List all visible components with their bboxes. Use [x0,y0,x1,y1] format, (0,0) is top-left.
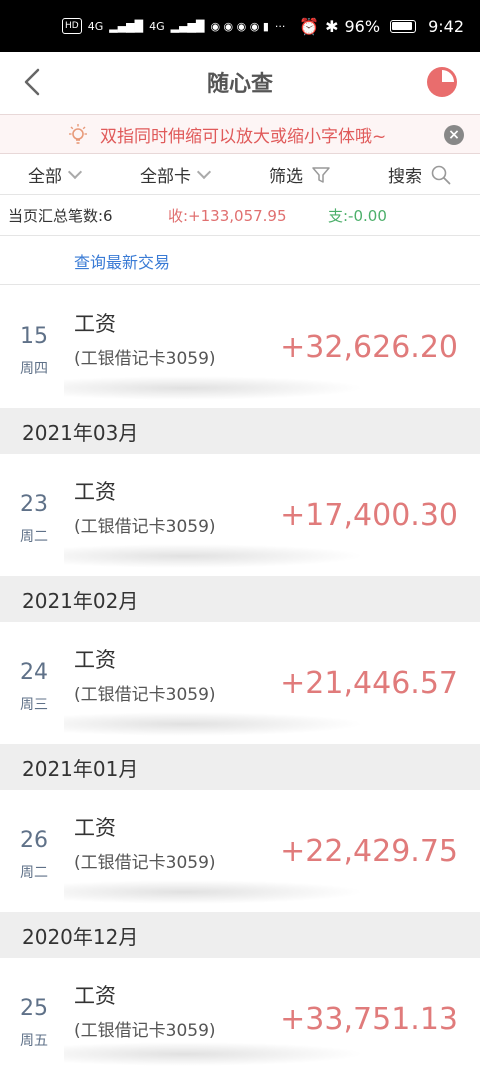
txn-amount: +21,446.57 [280,666,458,701]
clock: 9:42 [428,16,464,36]
txn-day: 26 [20,828,48,853]
txn-account: (工银借记卡3059) [74,1021,216,1041]
search-label: 搜索 [388,167,422,187]
month-section-header: 2020年12月 [0,912,480,958]
filter-button[interactable]: 筛选 [269,162,331,187]
txn-day: 24 [20,660,48,685]
txn-account: (工银借记卡3059) [74,685,216,705]
chevron-down-icon [67,164,83,180]
transaction-row[interactable]: 26 周二 工资 (工银借记卡3059) +22,429.75 [0,790,480,912]
txn-amount: +17,400.30 [280,498,458,533]
txn-weekday: 周二 [20,529,48,545]
battery-percent: 96% [344,16,381,36]
status-left: HD 4G ▂▄▆█ 4G ▂▄▆█ ◉ ◉ ◉ ◉ ▮ ··· [62,18,285,34]
txn-account: (工银借记卡3059) [74,853,216,873]
chevron-down-icon [196,164,212,180]
status-right: ⏰ ✱ 96% 9:42 [299,17,464,36]
txn-account: (工银借记卡3059) [74,517,216,537]
month-section-header: 2021年01月 [0,744,480,790]
redacted-note [64,1042,364,1066]
txn-day: 25 [20,996,48,1021]
txn-title: 工资 [74,480,116,504]
pie-chart-icon [427,67,457,97]
filter-card-label: 全部卡 [140,167,191,187]
transaction-row[interactable]: 24 周三 工资 (工银借记卡3059) +21,446.57 [0,622,480,744]
filter-all-dropdown[interactable]: 全部 [28,162,83,187]
txn-amount: +33,751.13 [280,1002,458,1037]
close-tip-button[interactable]: × [444,125,464,145]
summary-bar: 当页汇总笔数:6 收:+133,057.95 支:-0.00 [0,196,480,236]
transaction-row[interactable]: 23 周二 工资 (工银借记卡3059) +17,400.30 [0,454,480,576]
txn-title: 工资 [74,648,116,672]
txn-weekday: 周二 [20,865,48,881]
month-section-header: 2021年02月 [0,576,480,622]
redacted-note [64,880,364,904]
txn-weekday: 周四 [20,361,48,377]
txn-account: (工银借记卡3059) [74,349,216,369]
hd-icon: HD [62,18,82,34]
txn-weekday: 周五 [20,1033,48,1049]
page-title: 随心查 [206,72,273,97]
search-button[interactable]: 搜索 [388,162,452,187]
summary-income: 收:+133,057.95 [168,207,287,225]
tip-text: 双指同时伸缩可以放大或缩小字体哦~ [100,126,387,147]
txn-title: 工资 [74,984,116,1008]
filter-all-label: 全部 [28,167,62,187]
signal-bars-icon: ▂▄▆█ [109,19,144,33]
redacted-note [64,712,364,736]
filter-label: 筛选 [269,167,303,187]
txn-title: 工资 [74,312,116,336]
status-bar: HD 4G ▂▄▆█ 4G ▂▄▆█ ◉ ◉ ◉ ◉ ▮ ··· ⏰ ✱ 96%… [0,0,480,52]
search-icon [431,165,451,184]
tip-banner: 双指同时伸缩可以放大或缩小字体哦~ × [0,114,480,154]
txn-amount: +22,429.75 [280,834,458,869]
txn-title: 工资 [74,816,116,840]
chevron-left-icon [24,68,40,96]
transaction-row[interactable]: 25 周五 工资 (工银借记卡3059) +33,751.13 [0,958,480,1066]
lightbulb-icon [69,124,87,144]
txn-day: 15 [20,324,48,349]
query-latest-link[interactable]: 查询最新交易 [0,237,480,285]
filter-bar: 全部 全部卡 筛选 搜索 [0,155,480,195]
txn-amount: +32,626.20 [280,330,458,365]
summary-expense: 支:-0.00 [328,207,387,225]
summary-count: 当页汇总笔数:6 [8,207,113,225]
alarm-icon: ⏰ [299,16,320,36]
month-section-header: 2021年03月 [0,408,480,454]
signal-4g-icon-2: 4G [149,19,165,33]
signal-bars-icon-2: ▂▄▆█ [170,19,205,33]
funnel-icon [312,166,330,183]
filter-card-dropdown[interactable]: 全部卡 [140,162,212,187]
nav-bar: 随心查 [0,52,480,112]
bluetooth-icon: ✱ [325,16,339,36]
redacted-note [64,544,364,568]
back-button[interactable] [14,64,50,100]
app-notification-icon: ◉ ◉ ◉ ◉ ▮ [210,19,269,33]
chart-button[interactable] [424,64,460,100]
signal-4g-icon: 4G [87,19,104,33]
more-icon: ··· [274,19,286,33]
battery-icon [390,19,417,33]
transaction-row[interactable]: 15 周四 工资 (工银借记卡3059) +32,626.20 [0,286,480,408]
txn-weekday: 周三 [20,697,48,713]
txn-day: 23 [20,492,48,517]
redacted-note [64,376,364,400]
